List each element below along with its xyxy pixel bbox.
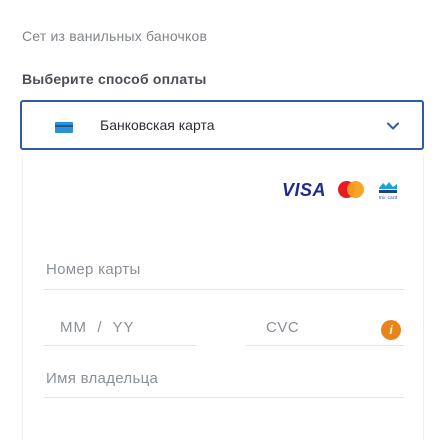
visa-logo: VISA (281, 179, 326, 200)
chevron-down-icon (387, 122, 399, 130)
card-brands: VISA mir card (282, 178, 400, 202)
cvc-placeholder: CVC (266, 319, 300, 336)
payment-method-select[interactable]: Банковская карта (20, 100, 424, 150)
info-icon[interactable]: i (381, 320, 401, 340)
svg-text:mir card: mir card (379, 195, 398, 201)
payment-method-selected-value: Банковская карта (100, 117, 215, 133)
cardholder-name-field[interactable]: Имя владельца (44, 364, 404, 398)
payment-method-label: Выберите способ оплаты (22, 71, 207, 87)
payment-page: Сет из ванильных баночков Выберите спосо… (0, 0, 440, 440)
mastercard-logo (338, 181, 364, 199)
expiry-placeholder: MM / YY (60, 319, 135, 336)
credit-card-icon (55, 122, 73, 133)
card-number-field[interactable]: Номер карты (44, 256, 404, 290)
cardholder-placeholder: Имя владельца (46, 370, 159, 387)
expiry-date-field[interactable]: MM / YY (44, 316, 196, 346)
mir-card-logo: mir card (379, 182, 398, 201)
card-number-placeholder: Номер карты (46, 261, 141, 278)
item-name-text: Сет из ванильных баночков (22, 28, 208, 44)
